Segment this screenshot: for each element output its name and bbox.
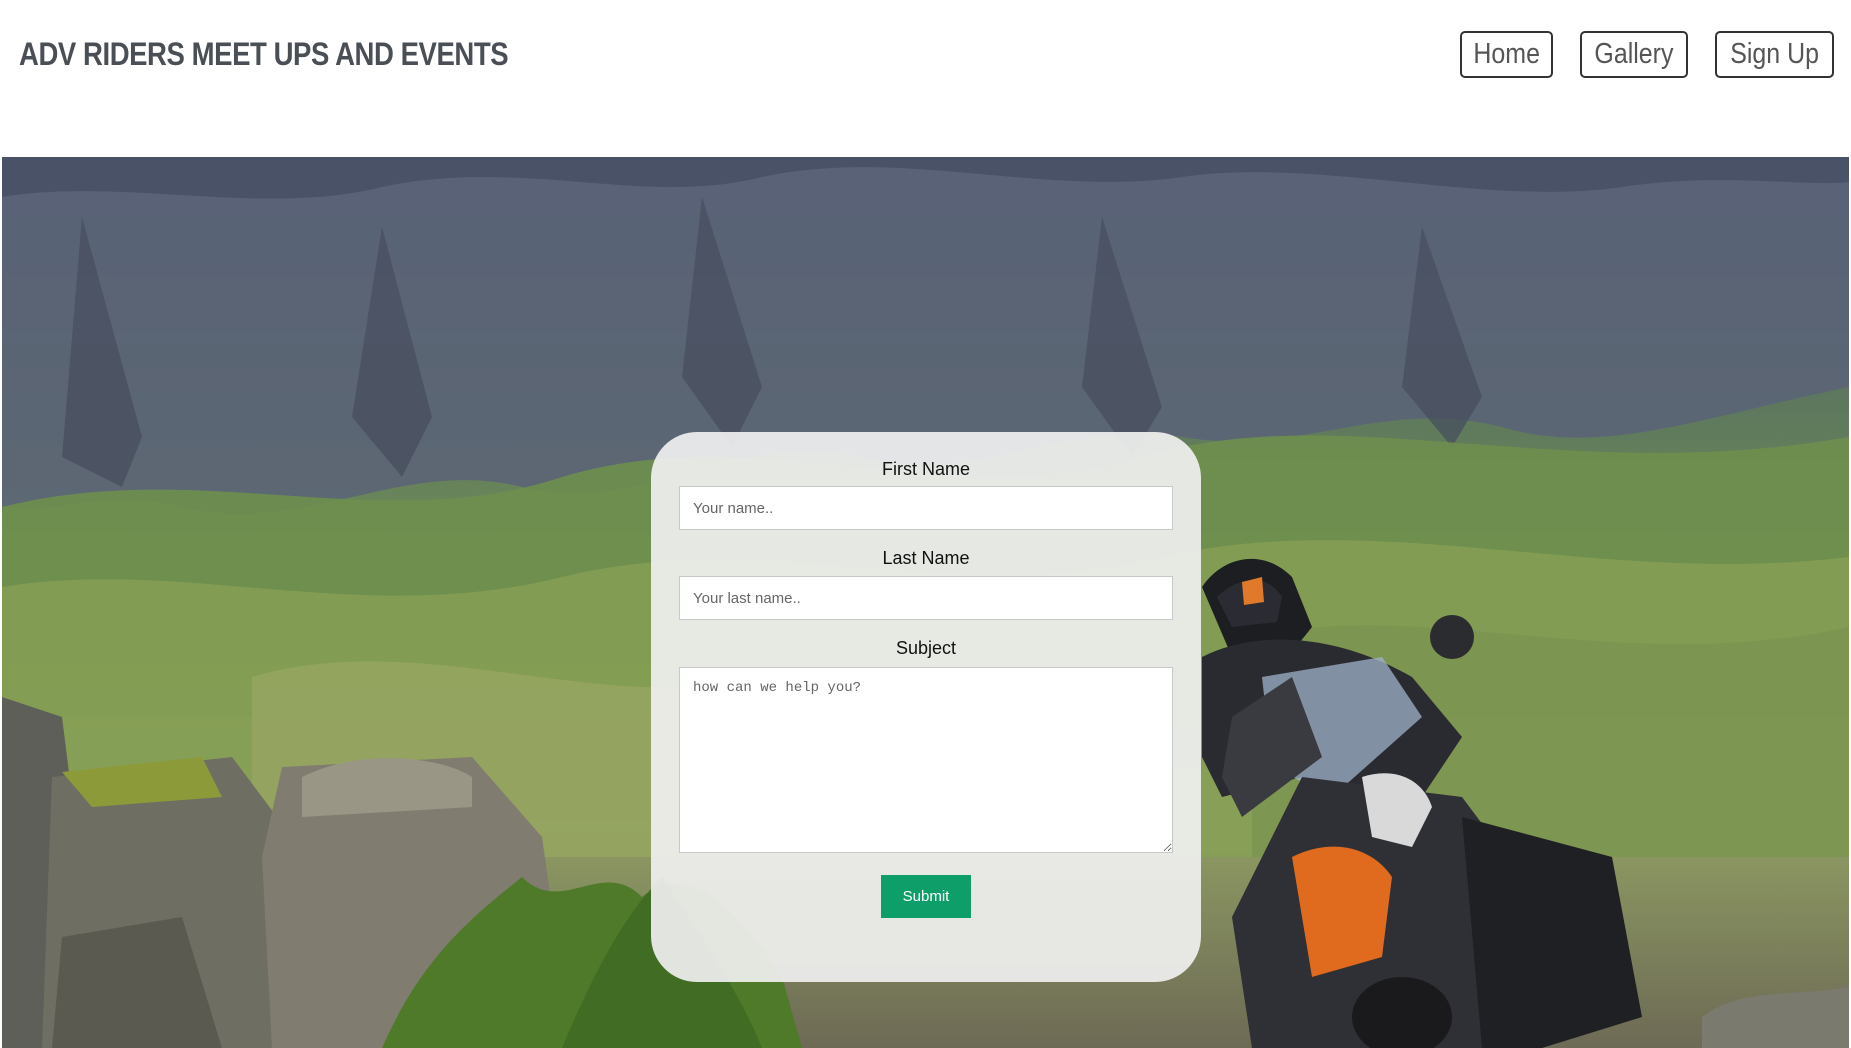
contact-form: First Name Last Name Subject Submit	[651, 432, 1201, 982]
subject-textarea[interactable]	[679, 667, 1173, 853]
nav-signup-label: Sign Up	[1730, 38, 1819, 70]
site-title: ADV RIDERS MEET UPS AND EVENTS	[19, 36, 509, 72]
main-nav: Home Gallery Sign Up	[1459, 31, 1834, 78]
nav-gallery-label: Gallery	[1594, 38, 1674, 70]
last-name-label: Last Name	[882, 548, 970, 568]
site-header: ADV RIDERS MEET UPS AND EVENTS Home Gall…	[0, 0, 1851, 156]
nav-home-link[interactable]: Home	[1459, 31, 1553, 78]
submit-button[interactable]: Submit	[881, 875, 971, 918]
nav-home-label: Home	[1473, 38, 1540, 70]
nav-gallery-link[interactable]: Gallery	[1579, 31, 1688, 78]
subject-label: Subject	[895, 638, 957, 658]
first-name-input[interactable]	[679, 486, 1173, 530]
first-name-label: First Name	[881, 459, 970, 479]
last-name-input[interactable]	[679, 576, 1173, 620]
nav-signup-link[interactable]: Sign Up	[1714, 31, 1834, 78]
